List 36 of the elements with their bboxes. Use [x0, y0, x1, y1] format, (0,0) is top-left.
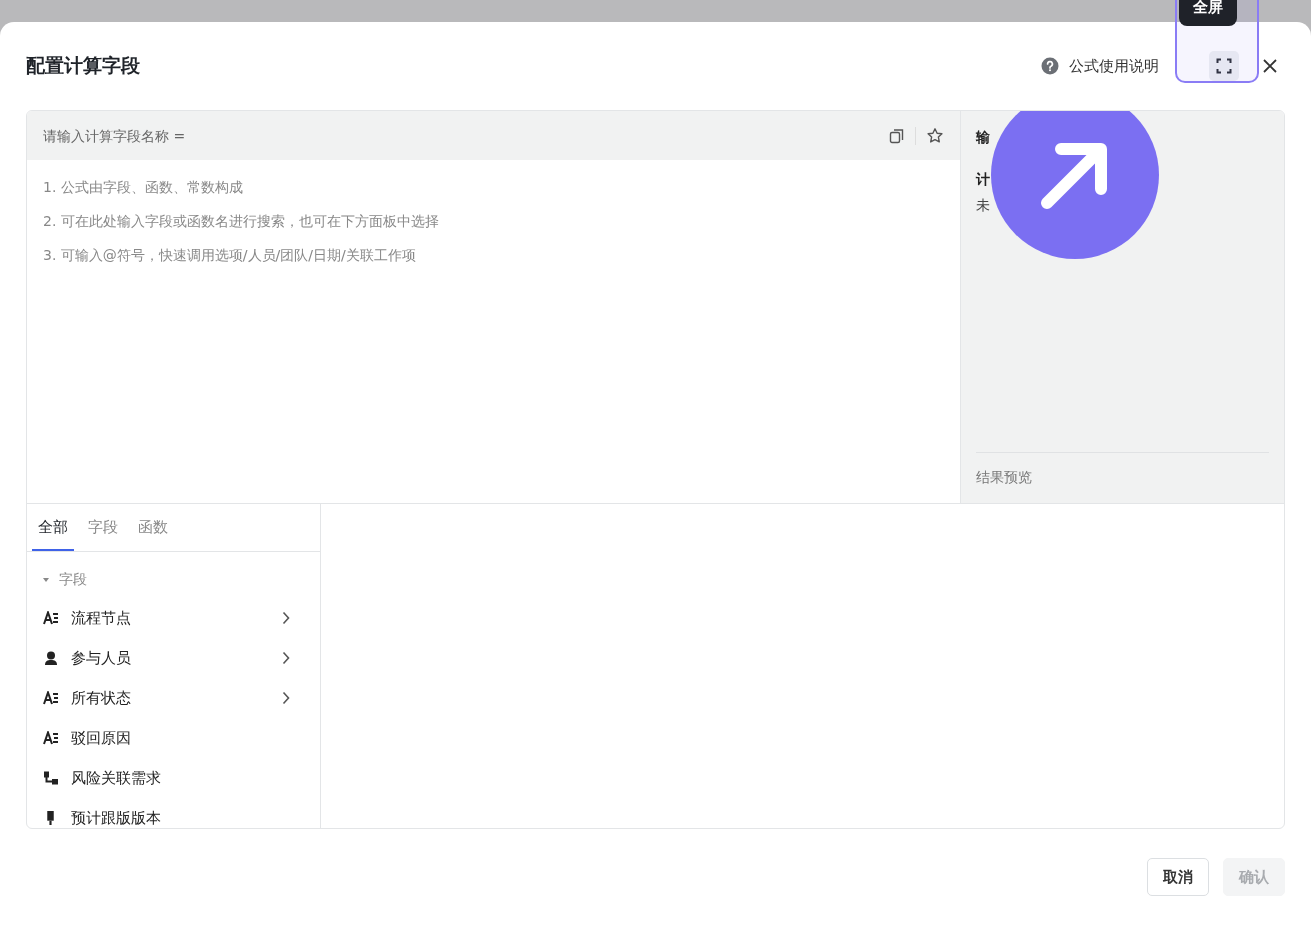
caret-icon [43, 578, 49, 582]
help-link[interactable]: 公式使用说明 [1069, 56, 1159, 76]
arrow-badge-icon [991, 111, 1159, 259]
field-item[interactable]: 流程节点 [37, 598, 320, 638]
person-icon [43, 651, 59, 665]
tag-icon [47, 811, 54, 825]
field-item[interactable]: 预计跟版版本 [37, 798, 320, 828]
tree-group[interactable]: 字段 [37, 562, 320, 598]
close-icon[interactable] [1263, 59, 1277, 73]
fullscreen-icon [1216, 58, 1232, 74]
cancel-button[interactable]: 取消 [1147, 858, 1209, 896]
output-heading: 输 [976, 129, 990, 147]
link-field-icon [43, 771, 59, 785]
field-item[interactable]: 驳回原因 [37, 718, 320, 758]
dialog-title: 配置计算字段 [26, 53, 140, 78]
field-name-input[interactable]: 请输入计算字段名称 = [27, 111, 889, 160]
field-item[interactable]: 风险关联需求 [37, 758, 320, 798]
field-item[interactable]: 参与人员 [37, 638, 320, 678]
output-label: 计 [976, 171, 990, 189]
field-item[interactable]: 所有状态 [37, 678, 320, 718]
tab[interactable]: 函数 [132, 504, 174, 551]
text-field-icon [43, 731, 59, 745]
star-icon[interactable] [926, 126, 944, 145]
hint-text: 2. 可在此处输入字段或函数名进行搜索，也可在下方面板中选择 [43, 212, 440, 231]
preview-label: 结果预览 [976, 469, 1033, 487]
output-value: 未 [976, 197, 990, 215]
hint-text: 3. 可输入@符号，快速调用选项/人员/团队/日期/关联工作项 [43, 246, 417, 265]
fullscreen-button[interactable] [1209, 51, 1239, 81]
hint-text: 1. 公式由字段、函数、常数构成 [43, 178, 244, 197]
copy-icon[interactable] [889, 127, 905, 144]
tooltip: 全屏 [1179, 0, 1237, 26]
tab[interactable]: 字段 [82, 504, 124, 551]
text-field-icon [43, 691, 59, 705]
tab[interactable]: 全部 [32, 504, 74, 551]
text-field-icon [43, 611, 59, 625]
help-icon [1041, 57, 1059, 75]
